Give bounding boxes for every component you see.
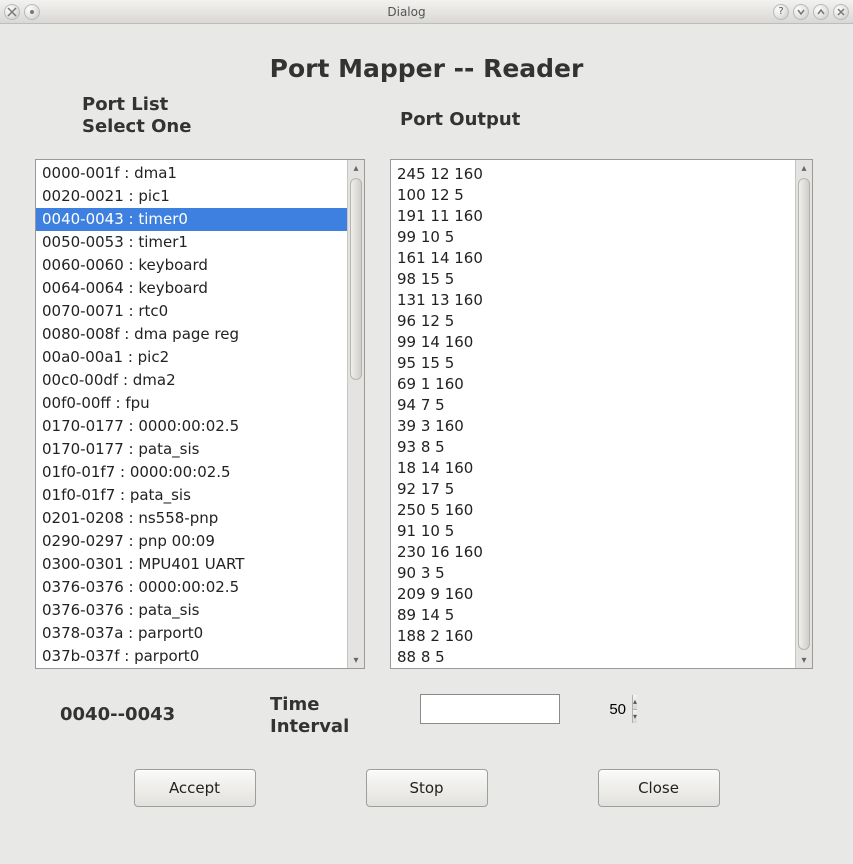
time-interval-input[interactable]: [421, 695, 632, 723]
scroll-down-icon[interactable]: ▾: [796, 652, 812, 668]
list-item[interactable]: 0170-0177 : 0000:00:02.5: [36, 415, 347, 438]
page-title: Port Mapper -- Reader: [0, 54, 853, 83]
list-item[interactable]: 0300-0301 : MPU401 UART: [36, 553, 347, 576]
minimize-icon[interactable]: [793, 4, 809, 20]
spin-down-icon[interactable]: ▾: [633, 710, 637, 724]
scroll-thumb[interactable]: [350, 178, 362, 380]
selected-port-range: 0040--0043: [60, 704, 175, 725]
list-item[interactable]: 00f0-00ff : fpu: [36, 392, 347, 415]
port-list-header: Port List Select One: [82, 94, 191, 137]
list-item[interactable]: 037b-037f : parport0: [36, 645, 347, 668]
list-item[interactable]: 0201-0208 : ns558-pnp: [36, 507, 347, 530]
scroll-up-icon[interactable]: ▴: [796, 160, 812, 176]
maximize-icon[interactable]: [813, 4, 829, 20]
port-output-scrollbar[interactable]: ▴ ▾: [795, 160, 812, 668]
list-item[interactable]: 00c0-00df : dma2: [36, 369, 347, 392]
time-interval-spinbox[interactable]: ▴ ▾: [420, 694, 560, 724]
list-item[interactable]: 0170-0177 : pata_sis: [36, 438, 347, 461]
port-list-content[interactable]: 0000-001f : dma10020-0021 : pic10040-004…: [36, 160, 347, 668]
port-output-content: 245 12 160 100 12 5 191 11 160 99 10 5 1…: [391, 160, 795, 668]
list-item[interactable]: 01f0-01f7 : pata_sis: [36, 484, 347, 507]
port-output-box: 245 12 160 100 12 5 191 11 160 99 10 5 1…: [390, 159, 813, 669]
list-item[interactable]: 0080-008f : dma page reg: [36, 323, 347, 346]
list-item[interactable]: 0040-0043 : timer0: [36, 208, 347, 231]
stop-button[interactable]: Stop: [366, 769, 488, 807]
window-title: Dialog: [40, 5, 773, 19]
help-icon[interactable]: ?: [773, 4, 789, 20]
list-item[interactable]: 0376-0376 : pata_sis: [36, 599, 347, 622]
list-item[interactable]: 0070-0071 : rtc0: [36, 300, 347, 323]
close-icon[interactable]: [833, 4, 849, 20]
list-item[interactable]: 0020-0021 : pic1: [36, 185, 347, 208]
list-item[interactable]: 0290-0297 : pnp 00:09: [36, 530, 347, 553]
spin-up-icon[interactable]: ▴: [633, 695, 637, 710]
button-row: Accept Stop Close: [0, 769, 853, 807]
port-list-scrollbar[interactable]: ▴ ▾: [347, 160, 364, 668]
list-item[interactable]: 0376-0376 : 0000:00:02.5: [36, 576, 347, 599]
accept-button[interactable]: Accept: [134, 769, 256, 807]
sticky-window-icon[interactable]: [24, 4, 40, 20]
window-titlebar: Dialog ?: [0, 0, 853, 24]
scroll-up-icon[interactable]: ▴: [348, 160, 364, 176]
app-menu-icon[interactable]: [4, 4, 20, 20]
port-output-header: Port Output: [400, 109, 520, 131]
list-item[interactable]: 0000-001f : dma1: [36, 162, 347, 185]
list-item[interactable]: 0060-0060 : keyboard: [36, 254, 347, 277]
close-button[interactable]: Close: [598, 769, 720, 807]
list-item[interactable]: 01f0-01f7 : 0000:00:02.5: [36, 461, 347, 484]
time-interval-label: Time Interval: [270, 694, 349, 737]
list-item[interactable]: 0050-0053 : timer1: [36, 231, 347, 254]
scroll-thumb[interactable]: [798, 178, 810, 650]
port-list-box[interactable]: 0000-001f : dma10020-0021 : pic10040-004…: [35, 159, 365, 669]
dialog-body: Port Mapper -- Reader Port List Select O…: [0, 24, 853, 864]
scroll-down-icon[interactable]: ▾: [348, 652, 364, 668]
list-item[interactable]: 0064-0064 : keyboard: [36, 277, 347, 300]
list-item[interactable]: 00a0-00a1 : pic2: [36, 346, 347, 369]
list-item[interactable]: 0378-037a : parport0: [36, 622, 347, 645]
